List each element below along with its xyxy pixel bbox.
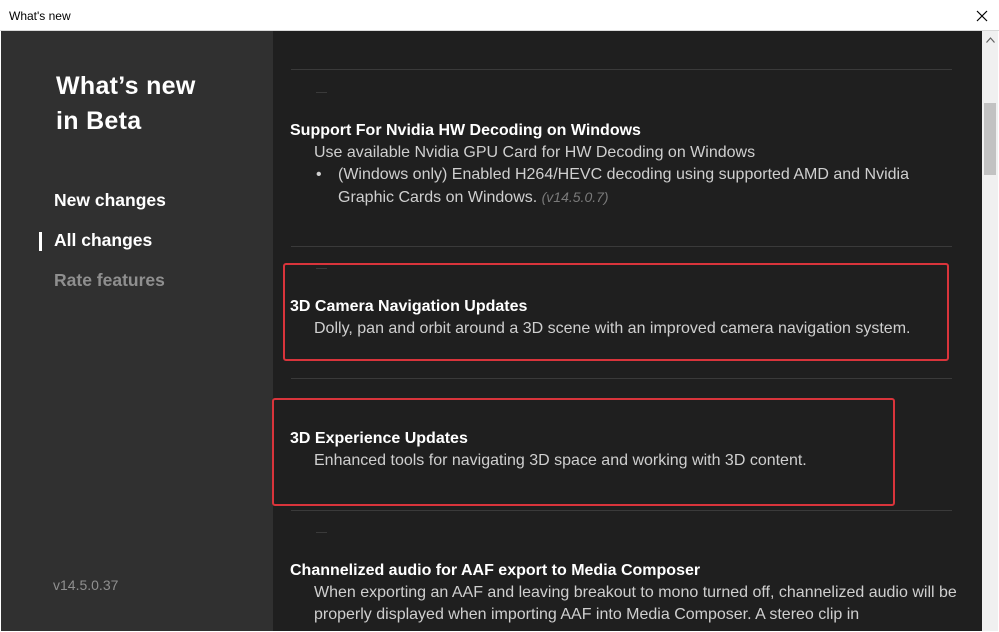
divider bbox=[291, 378, 952, 379]
bullet-version: (v14.5.0.7) bbox=[541, 189, 609, 205]
highlight-box bbox=[283, 263, 949, 361]
close-button[interactable] bbox=[965, 0, 999, 31]
bullet-dot: • bbox=[316, 166, 322, 183]
separator-dash bbox=[316, 92, 327, 93]
nav-item-new-changes[interactable]: New changes bbox=[1, 185, 273, 225]
separator-dash bbox=[316, 532, 327, 533]
title-bar: What's new bbox=[0, 0, 999, 31]
section-description: When exporting an AAF and leaving breako… bbox=[314, 584, 957, 623]
bullet-body: (Windows only) Enabled H264/HEVC decodin… bbox=[338, 166, 909, 206]
nav-item-all-changes[interactable]: All changes bbox=[1, 225, 273, 265]
section-title: Channelized audio for AAF export to Medi… bbox=[290, 562, 701, 579]
close-icon bbox=[976, 10, 988, 21]
sidebar-nav: New changes All changes Rate features bbox=[1, 185, 273, 305]
active-marker bbox=[39, 232, 42, 251]
nav-item-label: All changes bbox=[54, 230, 153, 250]
divider bbox=[291, 510, 952, 511]
nav-item-label: Rate features bbox=[54, 270, 165, 290]
chevron-up-icon bbox=[985, 36, 995, 43]
scroll-up-button[interactable] bbox=[982, 31, 998, 48]
bullet-text: (Windows only) Enabled H264/HEVC decodin… bbox=[338, 164, 958, 209]
divider bbox=[291, 69, 952, 70]
heading-line-1: What’s new bbox=[56, 72, 196, 100]
sidebar-heading: What’s new in Beta bbox=[56, 69, 256, 139]
heading-line-2: in Beta bbox=[56, 107, 142, 135]
section-description: Use available Nvidia GPU Card for HW Dec… bbox=[314, 144, 756, 161]
section-title: Support For Nvidia HW Decoding on Window… bbox=[290, 122, 641, 139]
highlight-box bbox=[272, 398, 895, 506]
nav-item-rate-features[interactable]: Rate features bbox=[1, 265, 273, 305]
divider bbox=[291, 246, 952, 247]
version-label: v14.5.0.37 bbox=[53, 577, 119, 593]
scroll-thumb[interactable] bbox=[984, 103, 996, 175]
vertical-scrollbar[interactable] bbox=[982, 31, 998, 631]
nav-item-label: New changes bbox=[54, 190, 166, 210]
sidebar: What’s new in Beta New changes All chang… bbox=[1, 31, 273, 631]
window-title: What's new bbox=[9, 9, 71, 23]
